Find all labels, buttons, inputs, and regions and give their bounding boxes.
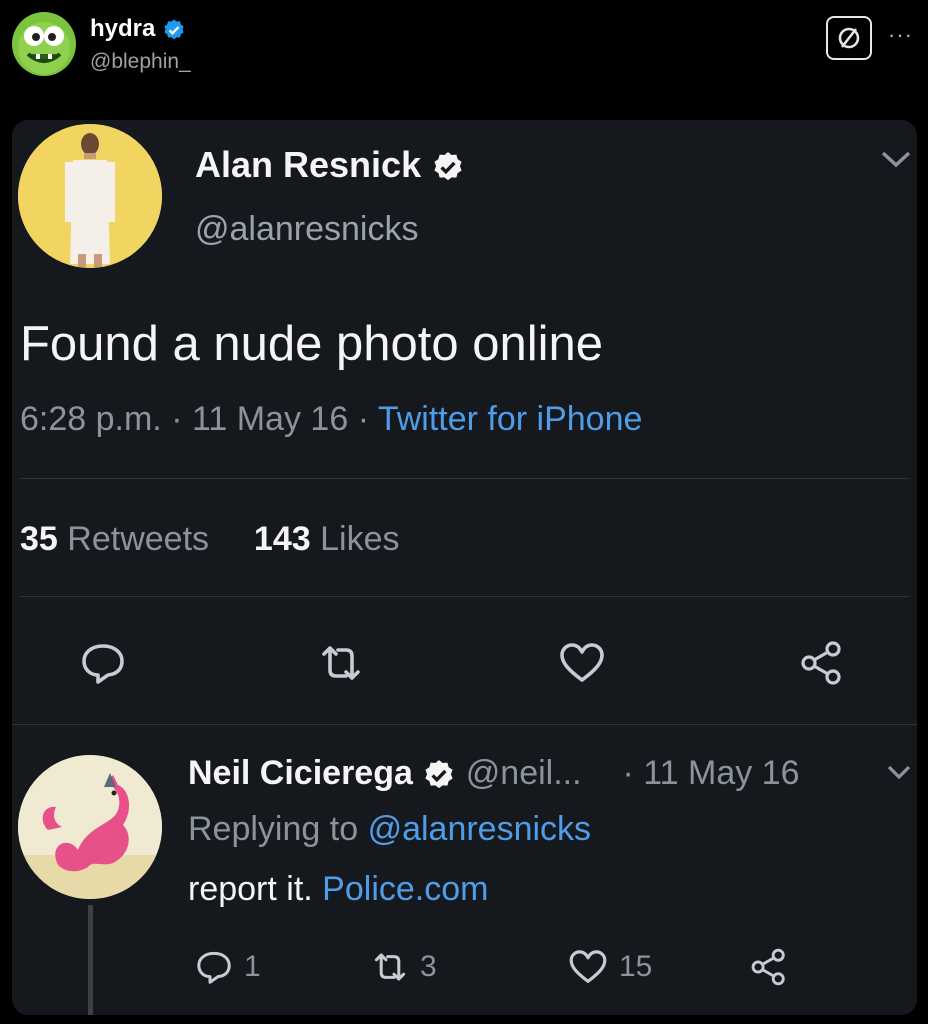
tweet-date[interactable]: 11 May 16: [192, 400, 348, 438]
likes-stat[interactable]: 143 Likes: [254, 520, 400, 558]
verified-badge-icon: [425, 760, 453, 789]
chevron-down-icon[interactable]: [880, 150, 912, 170]
tweet-text: Found a nude photo online: [20, 317, 604, 371]
reply-author-avatar[interactable]: [18, 755, 162, 899]
share-icon[interactable]: [797, 638, 847, 688]
like-count: 15: [619, 950, 653, 983]
retweet-action[interactable]: 3: [370, 945, 437, 989]
poster-handle[interactable]: @blephin_: [90, 50, 191, 74]
reply-text: report it. Police.com: [188, 870, 489, 908]
share-icon: [751, 948, 785, 986]
verified-badge-icon: [434, 152, 462, 181]
reply-icon: [197, 951, 231, 984]
heart-icon: [569, 950, 607, 983]
reply-date[interactable]: · 11 May 16: [622, 754, 799, 792]
tweet-meta: 6:28 p.m. · 11 May 16 · Twitter for iPho…: [20, 400, 643, 438]
tweet-card: Alan Resnick @alanresnicks Found a nude …: [12, 120, 917, 1015]
retweet-count: 3: [420, 950, 437, 983]
author-handle[interactable]: @alanresnicks: [195, 210, 419, 249]
reply-link[interactable]: Police.com: [322, 870, 488, 908]
tweet-stats: 35 Retweets 143 Likes: [20, 520, 399, 559]
tweet-source[interactable]: Twitter for iPhone: [378, 400, 643, 438]
verified-badge-icon: [164, 19, 184, 39]
poster-name[interactable]: hydra: [90, 15, 186, 43]
author-avatar[interactable]: [18, 124, 162, 268]
replying-to-handle[interactable]: @alanresnicks: [368, 810, 592, 848]
reply-action[interactable]: 1: [194, 945, 261, 989]
divider: [20, 596, 909, 597]
poster-avatar[interactable]: [12, 12, 76, 76]
share-action[interactable]: [748, 945, 790, 989]
reply-header: Neil Cicierega @neil... · 11 May 16: [188, 754, 800, 793]
like-action[interactable]: 15: [567, 945, 652, 989]
divider: [12, 724, 917, 725]
retweet-icon[interactable]: [316, 638, 366, 688]
reply-icon[interactable]: [78, 638, 128, 688]
author-name[interactable]: Alan Resnick: [195, 144, 465, 186]
thread-line: [88, 905, 93, 1015]
blocked-circle-button[interactable]: [826, 16, 872, 60]
reply-author-name[interactable]: Neil Cicierega: [188, 754, 413, 792]
retweet-icon: [374, 953, 406, 981]
blocked-circle-icon: [838, 27, 860, 49]
divider: [20, 478, 909, 479]
reply-count: 1: [244, 950, 261, 983]
chevron-down-icon[interactable]: [886, 764, 912, 782]
retweets-stat[interactable]: 35 Retweets: [20, 520, 209, 558]
reply-author-handle[interactable]: @neil...: [466, 754, 582, 792]
poster-header: hydra @blephin_ ···: [0, 0, 928, 100]
more-dots-icon[interactable]: ···: [888, 22, 913, 48]
replying-to: Replying to @alanresnicks: [188, 810, 592, 848]
tweet-time: 6:28 p.m.: [20, 400, 162, 438]
heart-icon[interactable]: [557, 638, 607, 688]
